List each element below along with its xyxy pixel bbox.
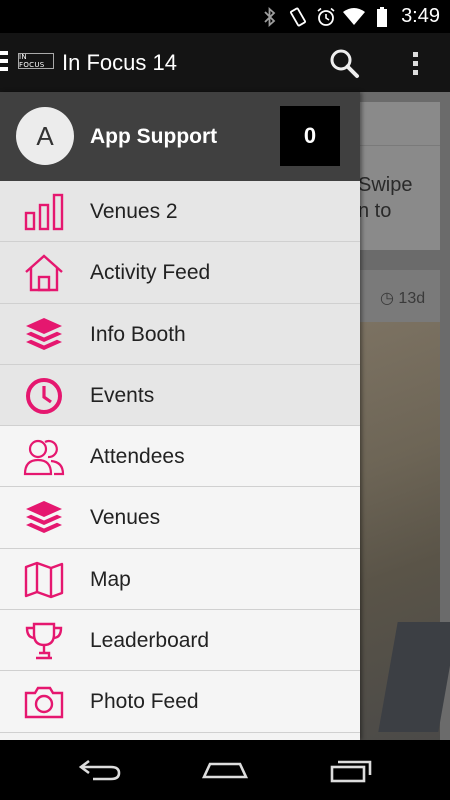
trophy-icon bbox=[23, 620, 65, 662]
vibrate-icon bbox=[287, 6, 309, 28]
action-bar: IN FOCUS In Focus 14 bbox=[0, 33, 450, 92]
menu-label: Leaderboard bbox=[90, 629, 210, 653]
card-hint-text: Swipe n to bbox=[358, 174, 413, 222]
battery-icon bbox=[371, 6, 393, 28]
nav-drawer-icon[interactable] bbox=[0, 51, 8, 75]
back-icon[interactable] bbox=[75, 755, 125, 785]
post-age: ◷ 13d bbox=[380, 290, 426, 307]
menu-item-leaderboard[interactable]: Leaderboard bbox=[0, 610, 360, 672]
bluetooth-icon bbox=[259, 6, 281, 28]
alarm-icon bbox=[315, 6, 337, 28]
status-bar: 3:49 bbox=[0, 0, 450, 33]
camera-icon bbox=[23, 681, 65, 723]
menu-item-venues-2[interactable]: Venues 2 bbox=[0, 181, 360, 243]
navigation-drawer: A App Support 0 Venues 2 Activity Feed I… bbox=[0, 92, 360, 740]
menu-label: Info Booth bbox=[90, 322, 186, 346]
bar-chart-icon bbox=[23, 191, 65, 233]
layers-icon bbox=[23, 314, 65, 356]
overflow-menu-icon[interactable] bbox=[404, 47, 426, 79]
menu-item-photo-feed[interactable]: Photo Feed bbox=[0, 671, 360, 733]
search-icon[interactable] bbox=[328, 47, 360, 79]
clock-small-icon: ◷ bbox=[380, 290, 394, 307]
menu-item-attendees[interactable]: Attendees bbox=[0, 426, 360, 488]
notification-count-badge[interactable]: 0 bbox=[280, 106, 340, 166]
menu-label: Venues bbox=[90, 506, 161, 530]
menu-label: Photo Feed bbox=[90, 690, 199, 714]
menu-item-info-booth[interactable]: Info Booth bbox=[0, 303, 360, 365]
menu-label: Events bbox=[90, 383, 155, 407]
avatar[interactable]: A bbox=[16, 107, 74, 165]
system-nav-bar bbox=[0, 740, 450, 800]
menu-item-venues[interactable]: Venues bbox=[0, 487, 360, 549]
menu-label: Map bbox=[90, 567, 131, 591]
app-logo[interactable]: IN FOCUS bbox=[18, 53, 54, 69]
drawer-header[interactable]: A App Support 0 bbox=[0, 92, 360, 181]
wifi-icon bbox=[343, 6, 366, 28]
user-name: App Support bbox=[90, 125, 218, 148]
menu-label: Venues 2 bbox=[90, 200, 178, 223]
home-icon bbox=[23, 252, 65, 294]
people-icon bbox=[23, 436, 65, 478]
clock-icon bbox=[23, 375, 65, 417]
menu-item-activity-feed[interactable]: Activity Feed bbox=[0, 242, 360, 304]
app-title[interactable]: In Focus 14 bbox=[62, 33, 177, 92]
home-icon[interactable] bbox=[200, 755, 250, 785]
recent-apps-icon[interactable] bbox=[328, 755, 378, 785]
layers-icon bbox=[23, 497, 65, 539]
drawer-menu: Venues 2 Activity Feed Info Booth Events… bbox=[0, 181, 360, 733]
menu-label: Attendees bbox=[90, 445, 185, 469]
menu-item-events[interactable]: Events bbox=[0, 364, 360, 427]
menu-item-map[interactable]: Map bbox=[0, 548, 360, 611]
map-icon bbox=[23, 559, 65, 601]
laptop-shape bbox=[378, 622, 450, 732]
status-time: 3:49 bbox=[401, 5, 440, 27]
menu-label: Activity Feed bbox=[90, 261, 211, 285]
